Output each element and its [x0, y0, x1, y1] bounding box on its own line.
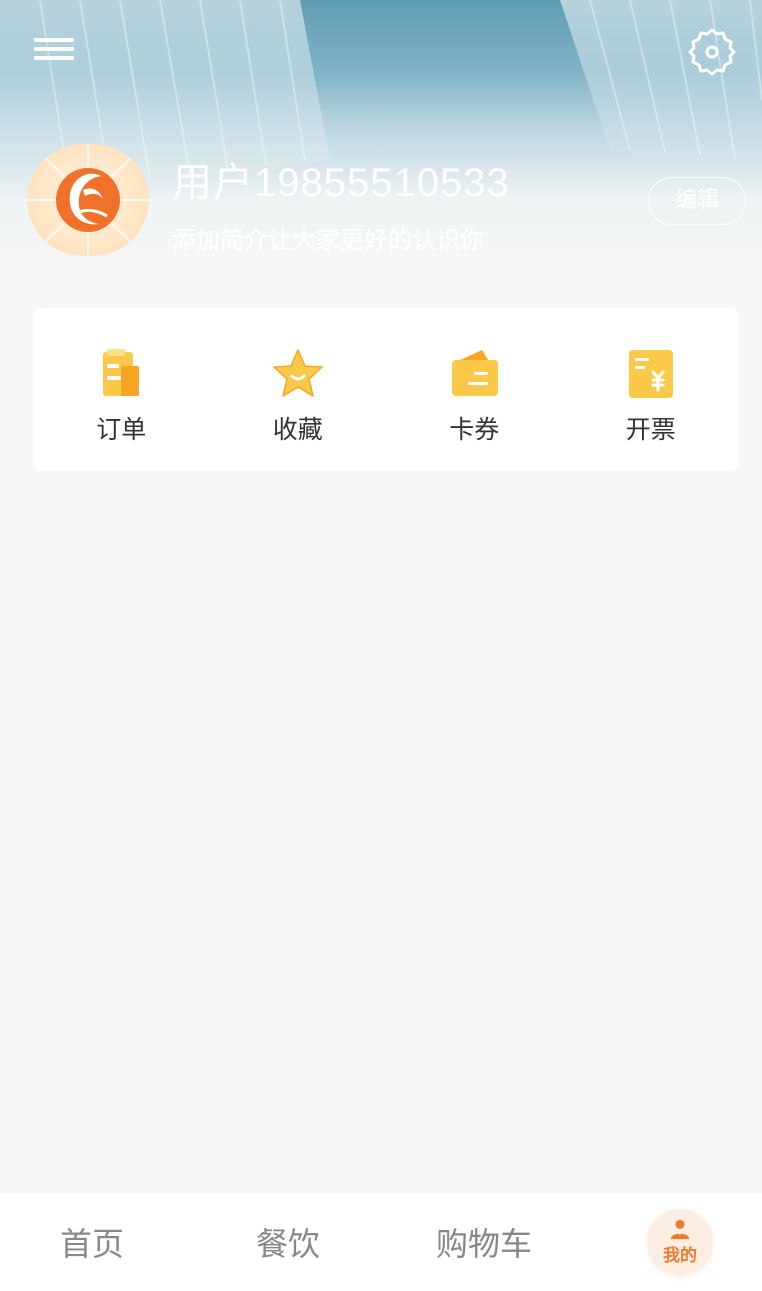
quick-action-label: 收藏	[272, 415, 323, 444]
tab-mine-label: 我的	[663, 1246, 697, 1266]
tab-home[interactable]: 首页	[40, 1193, 144, 1291]
menu-icon[interactable]	[24, 30, 84, 74]
menu-icon-bar	[34, 47, 74, 51]
tab-cart[interactable]: 购物车	[424, 1193, 544, 1291]
quick-action-label: 卡券	[449, 415, 500, 444]
user-name: 用户19855510533	[172, 161, 510, 205]
quick-actions-card: 订单 收藏 卡券 开票	[33, 308, 739, 471]
favorite-star-icon	[273, 349, 323, 397]
bottom-tab-bar: 首页 餐饮 购物车 我的	[0, 1193, 762, 1291]
tab-cart-label: 购物车	[435, 1225, 532, 1263]
tab-mine[interactable]: 我的	[644, 1193, 716, 1291]
quick-action-label: 开票	[625, 415, 676, 444]
menu-icon-bar	[34, 56, 74, 60]
avatar[interactable]	[27, 144, 149, 256]
quick-action-coupons[interactable]: 卡券	[386, 308, 563, 471]
user-bio[interactable]: 添加简介让大家更好的认识你	[172, 220, 484, 255]
order-clipboard-icon	[103, 349, 140, 396]
profile-page: 用户19855510533 添加简介让大家更好的认识你 编辑 订单 收藏 卡券 …	[0, 0, 762, 1291]
tab-food[interactable]: 餐饮	[236, 1193, 340, 1291]
tab-home-label: 首页	[59, 1225, 124, 1263]
quick-action-favorites[interactable]: 收藏	[210, 308, 387, 471]
tab-mine-badge: 我的	[647, 1209, 713, 1275]
invoice-yen-icon	[628, 350, 673, 398]
quick-action-label: 订单	[96, 415, 147, 444]
quick-action-orders[interactable]: 订单	[33, 308, 210, 471]
menu-icon-bar	[34, 38, 74, 42]
tab-food-label: 餐饮	[255, 1225, 320, 1263]
coupon-wallet-icon	[452, 350, 499, 396]
user-icon	[670, 1219, 690, 1240]
settings-gear-icon[interactable]	[684, 24, 740, 80]
quick-action-invoice[interactable]: 开票	[563, 308, 740, 471]
edit-profile-button[interactable]: 编辑	[648, 177, 746, 225]
